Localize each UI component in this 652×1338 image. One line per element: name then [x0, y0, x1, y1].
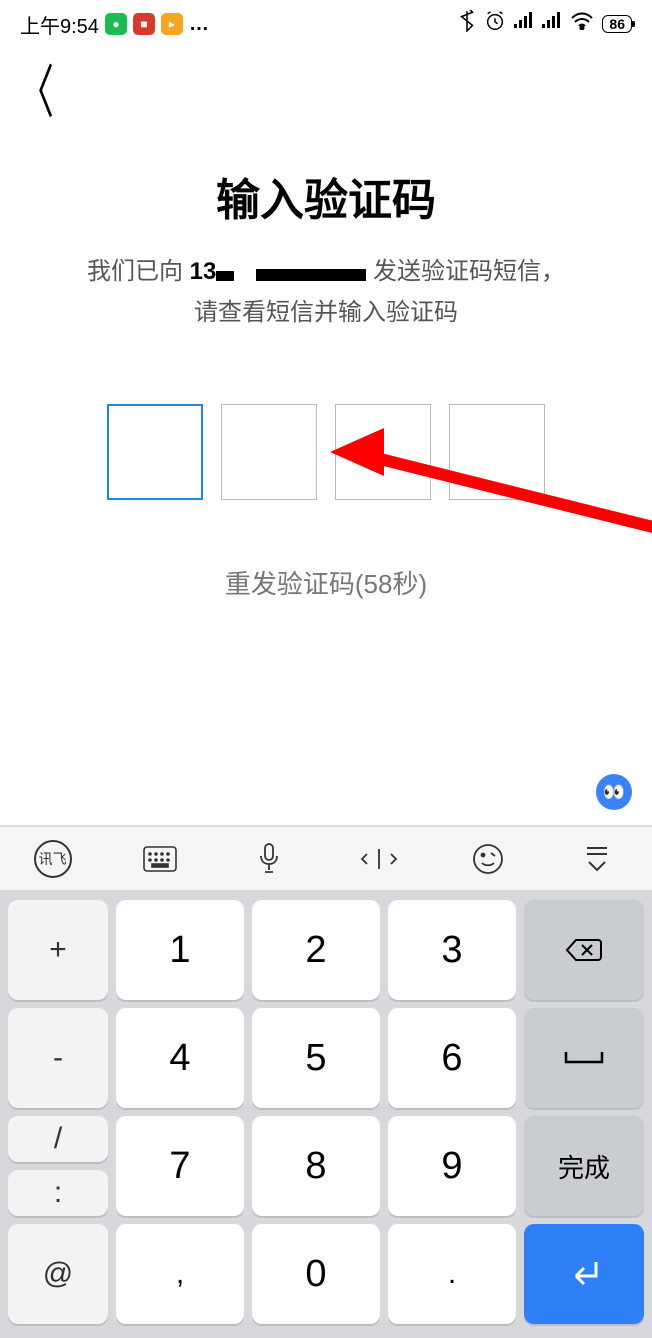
key-comma[interactable]: , [116, 1224, 244, 1324]
key-5[interactable]: 5 [252, 1008, 380, 1108]
more-dots-icon: … [189, 13, 210, 36]
key-space[interactable] [524, 1008, 644, 1108]
battery-icon: 86 [602, 15, 632, 33]
otp-input-row [0, 404, 652, 500]
resend-countdown: 58 [364, 569, 393, 599]
phone-masked [216, 265, 366, 281]
page-description: 我们已向 13 发送验证码短信， 请查看短信并输入验证码 [30, 252, 622, 334]
key-4[interactable]: 4 [116, 1008, 244, 1108]
ime-logo-button[interactable]: 讯飞 [34, 840, 72, 878]
key-3[interactable]: 3 [388, 900, 516, 1000]
key-9[interactable]: 9 [388, 1116, 516, 1216]
key-colon[interactable]: : [8, 1170, 108, 1216]
key-plus[interactable]: + [8, 900, 108, 1000]
key-1[interactable]: 1 [116, 900, 244, 1000]
signal-2-icon [542, 12, 562, 36]
otp-digit-1[interactable] [107, 404, 203, 500]
desc-suffix: 发送验证码短信， [366, 258, 565, 285]
key-backspace[interactable] [524, 900, 644, 1000]
app-icon-red: ■ [133, 13, 155, 35]
key-minus[interactable]: - [8, 1008, 108, 1108]
collapse-keyboard-icon[interactable] [576, 838, 618, 880]
key-7[interactable]: 7 [116, 1116, 244, 1216]
key-return[interactable] [524, 1224, 644, 1324]
key-2[interactable]: 2 [252, 900, 380, 1000]
desc-prefix: 我们已向 [87, 258, 190, 285]
app-icon-orange: ▸ [161, 13, 183, 35]
otp-digit-4[interactable] [449, 404, 545, 500]
status-time: 上午9:54 [20, 10, 99, 39]
status-bar: 上午9:54 ● ■ ▸ … 86 [0, 0, 652, 42]
emoji-suggestion[interactable]: 👀 [596, 774, 632, 810]
keyboard-toolbar: 讯飞 [0, 826, 652, 890]
back-button[interactable]: 〈 [18, 46, 54, 129]
keyboard-switch-icon[interactable] [139, 838, 181, 880]
mic-icon[interactable] [248, 838, 290, 880]
app-icon-green: ● [105, 13, 127, 35]
otp-digit-2[interactable] [221, 404, 317, 500]
suggestion-strip [0, 766, 652, 826]
cursor-move-icon[interactable] [358, 838, 400, 880]
numeric-keypad: + 1 2 3 - 4 5 6 / : 7 8 9 完成 @ , 0 . [0, 890, 652, 1338]
alarm-icon [484, 10, 506, 38]
key-at[interactable]: @ [8, 1224, 108, 1324]
status-left: 上午9:54 ● ■ ▸ … [20, 10, 210, 39]
desc-line2: 请查看短信并输入验证码 [194, 299, 458, 326]
key-period[interactable]: . [388, 1224, 516, 1324]
wifi-icon [570, 12, 594, 36]
resend-text: 重发验证码(58秒) [0, 564, 652, 601]
signal-1-icon [514, 12, 534, 36]
emoji-icon[interactable] [467, 838, 509, 880]
page-title: 输入验证码 [0, 164, 652, 228]
bluetooth-icon [458, 10, 476, 38]
key-6[interactable]: 6 [388, 1008, 516, 1108]
key-done[interactable]: 完成 [524, 1116, 644, 1216]
phone-visible-digits: 13 [190, 258, 217, 285]
key-slash[interactable]: / [8, 1116, 108, 1162]
key-0[interactable]: 0 [252, 1224, 380, 1324]
nav-bar: 〈 [0, 42, 652, 114]
otp-digit-3[interactable] [335, 404, 431, 500]
key-8[interactable]: 8 [252, 1116, 380, 1216]
status-right: 86 [458, 10, 632, 38]
